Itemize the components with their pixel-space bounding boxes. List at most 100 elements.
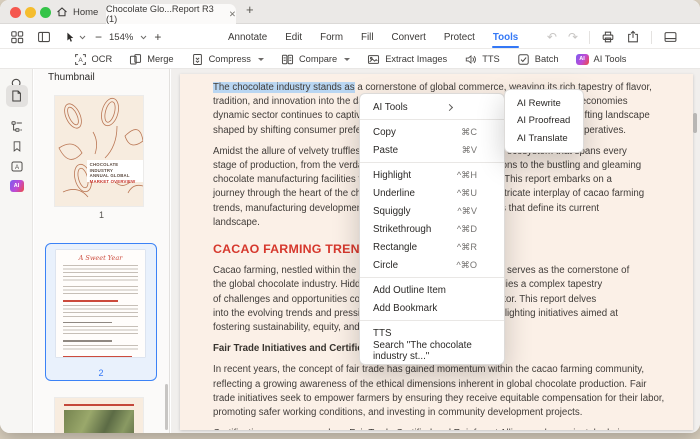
menu-item-label: Rectangle (373, 242, 417, 253)
share-export-icon[interactable] (626, 30, 640, 44)
dropdown-arrow-icon (344, 58, 350, 61)
merge-button[interactable]: Merge (129, 53, 173, 66)
menu-edit[interactable]: Edit (284, 27, 303, 48)
zoom-in-button[interactable]: + (154, 30, 161, 44)
page-2-preview: A Sweet Year (56, 250, 145, 357)
context-menu-item-copy[interactable]: Copy⌘C (360, 123, 504, 141)
zoom-level[interactable]: 154% (109, 32, 133, 43)
toolbar-menus: Annotate Edit Form Fill Convert Protect … (227, 25, 519, 49)
context-menu-item-add-bookmark[interactable]: Add Bookmark (360, 299, 504, 317)
svg-text:A: A (14, 164, 19, 171)
menu-item-label: Highlight (373, 170, 411, 181)
menu-tools[interactable]: Tools (492, 27, 519, 48)
reading-layout-icon[interactable] (663, 30, 678, 44)
close-tab-icon[interactable]: ✕ (229, 9, 236, 20)
tab-home[interactable]: Home (56, 0, 98, 24)
thumbnail-page-3[interactable] (55, 398, 143, 433)
compress-icon (191, 53, 204, 66)
ocr-icon: A (74, 53, 87, 66)
context-menu-item-add-outline-item[interactable]: Add Outline Item (360, 281, 504, 299)
submenu-item-ai-proofread[interactable]: AI Proofread (505, 112, 583, 129)
svg-text:A: A (78, 56, 83, 63)
ai-panel-button[interactable]: AI (0, 180, 33, 192)
panel-scrollbar[interactable] (165, 384, 169, 430)
page-thumbnail-icon (10, 89, 23, 103)
menu-item-label: Search "The chocolate industry st..." (373, 340, 504, 362)
doc-line: promoting safer working conditions, and … (213, 406, 671, 420)
ocr-button[interactable]: A OCR (74, 53, 113, 66)
shortcut-label: ^⌘O (456, 260, 477, 271)
context-menu-item-highlight[interactable]: Highlight ^⌘H (360, 166, 504, 184)
undo-icon[interactable]: ↶ (547, 30, 557, 44)
menu-fill[interactable]: Fill (360, 27, 375, 48)
document-scrollbar[interactable] (693, 113, 697, 133)
context-menu-item-rectangle[interactable]: Rectangle^⌘R (360, 238, 504, 256)
context-menu-item-search[interactable]: Search "The chocolate industry st..." (360, 342, 504, 360)
shortcut-label: ^⌘V (457, 206, 477, 217)
compare-icon (281, 53, 294, 66)
selected-text[interactable]: The chocolate industry stands as (213, 82, 355, 93)
compress-button[interactable]: Compress (191, 53, 264, 66)
context-menu-item-paste[interactable]: Paste⌘V (360, 141, 504, 159)
page-grid-view-icon[interactable] (10, 30, 24, 44)
submenu-item-ai-rewrite[interactable]: AI Rewrite (505, 95, 583, 112)
batch-button[interactable]: Batch (517, 53, 559, 66)
zoom-out-button[interactable]: − (95, 30, 102, 44)
menu-item-label: Add Outline Item (373, 285, 446, 296)
menu-convert[interactable]: Convert (391, 27, 427, 48)
tools-ribbon: A OCR Merge Compress Compare Extract Ima… (0, 50, 700, 69)
extract-images-button[interactable]: Extract Images (367, 53, 447, 66)
left-rail: A AI 2 9 (0, 69, 33, 433)
bookmark-panel-button[interactable] (0, 140, 33, 153)
thumbnail-page-2-selected[interactable]: A Sweet Year 2 (45, 243, 157, 381)
thumbnail-panel-button[interactable] (0, 89, 33, 103)
shortcut-label: ^⌘U (457, 188, 477, 199)
chevron-down-icon[interactable] (79, 35, 86, 40)
sidebar-panel-icon[interactable] (37, 30, 51, 44)
close-window-button[interactable] (10, 7, 21, 18)
zoom-chevron-down-icon[interactable] (140, 35, 147, 40)
outline-panel-button[interactable] (0, 120, 33, 133)
zoom-window-button[interactable] (40, 7, 51, 18)
tab-document[interactable]: Chocolate Glo...Report R3 (1) ✕ (106, 4, 236, 24)
context-menu-item-ai-tools[interactable]: AI Tools (360, 98, 504, 116)
print-icon[interactable] (601, 30, 615, 44)
annotation-panel-button[interactable]: A (0, 160, 33, 173)
context-menu-item-squiggly[interactable]: Squiggly^⌘V (360, 202, 504, 220)
compare-label: Compare (299, 54, 337, 64)
doc-line: In recent years, the concept of fair tra… (213, 363, 671, 377)
menu-form[interactable]: Form (319, 27, 344, 48)
ai-tools-label: AI Tools (594, 54, 627, 64)
doc-line-rest: a cornerstone of global commerce, weavin… (355, 82, 652, 93)
doc-line: reflecting a growing awareness of the et… (213, 378, 671, 392)
compare-button[interactable]: Compare (281, 53, 350, 66)
main-toolbar: − 154% + Annotate Edit Form Fill Convert… (0, 25, 700, 49)
dropdown-arrow-icon (258, 58, 264, 61)
ocr-label: OCR (92, 54, 113, 64)
content-area: A AI 2 9 Thumbnail (0, 69, 700, 433)
context-menu-item-strikethrough[interactable]: Strikethrough^⌘D (360, 220, 504, 238)
context-menu-item-circle[interactable]: Circle^⌘O (360, 256, 504, 274)
minimize-window-button[interactable] (25, 7, 36, 18)
tts-button[interactable]: TTS (464, 53, 500, 66)
menu-protect[interactable]: Protect (443, 27, 476, 48)
home-icon (56, 6, 68, 18)
redo-icon[interactable]: ↷ (568, 30, 578, 44)
ai-tools-button[interactable]: AI AI Tools (576, 54, 627, 65)
select-cursor-icon[interactable] (64, 31, 76, 44)
merge-label: Merge (147, 54, 173, 64)
thumbnail-page-1[interactable]: CHOCOLATE INDUSTRY ANNUAL GLOBAL MARKET … (55, 96, 143, 206)
submenu-item-ai-translate[interactable]: AI Translate (505, 130, 583, 147)
merge-icon (129, 53, 142, 66)
ai-tools-icon: AI (576, 54, 589, 65)
tts-icon (464, 53, 477, 66)
shortcut-label: ^⌘H (457, 170, 477, 181)
context-menu-item-underline[interactable]: Underline^⌘U (360, 184, 504, 202)
thumbnail-1-number: 1 (34, 210, 169, 220)
menu-divider (360, 320, 504, 321)
menu-annotate[interactable]: Annotate (227, 27, 268, 48)
new-tab-button[interactable]: + (246, 2, 254, 17)
page-3-title-rule (64, 404, 134, 406)
tts-label: TTS (482, 54, 500, 64)
context-menu: AI Tools Copy⌘C Paste⌘V Highlight ^⌘H Und… (359, 93, 505, 365)
